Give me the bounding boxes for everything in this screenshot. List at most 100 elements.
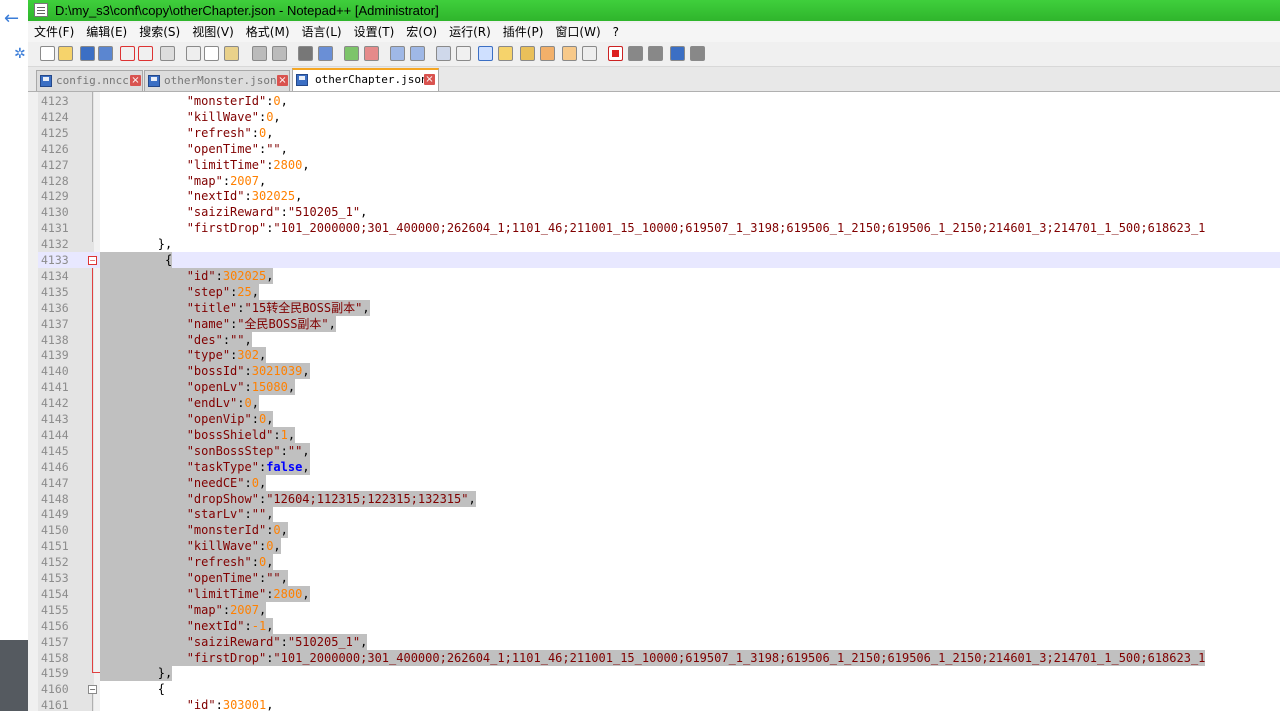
redo-icon[interactable]: [272, 46, 287, 61]
monitoring-eye-icon[interactable]: [582, 46, 597, 61]
code-line[interactable]: 4125 "refresh":0,: [38, 125, 1280, 141]
tab-othermonster-json[interactable]: otherMonster.json ×: [144, 70, 290, 91]
undo-icon[interactable]: [252, 46, 267, 61]
word-wrap-icon[interactable]: [436, 46, 451, 61]
menu-item[interactable]: 文件(F): [28, 23, 80, 42]
code-line[interactable]: 4134 "id":302025,: [38, 267, 1280, 284]
indent-guide-icon[interactable]: [478, 46, 493, 61]
code-line[interactable]: 4155 "map":2007,: [38, 601, 1280, 618]
code-line[interactable]: 4129 "nextId":302025,: [38, 188, 1280, 204]
code-line[interactable]: 4153 "openTime":"",: [38, 570, 1280, 586]
close-all-icon[interactable]: [138, 46, 153, 61]
zoom-in-icon[interactable]: [344, 46, 359, 61]
code-line[interactable]: 4123 "monsterId":0,: [38, 93, 1280, 109]
json-key: "endLv": [186, 396, 238, 411]
code-line[interactable]: 4154 "limitTime":2800,: [38, 585, 1280, 602]
code-line[interactable]: 4138 "des":"",: [38, 331, 1280, 348]
code-line[interactable]: 4147 "needCE":0,: [38, 474, 1280, 491]
close-file-icon[interactable]: [120, 46, 135, 61]
tab-config-nncc[interactable]: config.nncc ×: [36, 70, 143, 91]
code-line[interactable]: 4158 "firstDrop":"101_2000000;301_400000…: [38, 649, 1280, 666]
code-line[interactable]: 4130 "saiziReward":"510205_1",: [38, 204, 1280, 220]
code-line[interactable]: 4145 "sonBossStep":"",: [38, 442, 1280, 459]
save-all-icon[interactable]: [98, 46, 113, 61]
menu-item[interactable]: 设置(T): [348, 23, 401, 42]
code-line[interactable]: 4142 "endLv":0,: [38, 395, 1280, 412]
code-line[interactable]: 4127 "limitTime":2800,: [38, 157, 1280, 173]
fold-toggle-icon[interactable]: −: [88, 256, 97, 265]
record-macro-icon[interactable]: [608, 46, 623, 61]
sync-vertical-icon[interactable]: [390, 46, 405, 61]
code-line[interactable]: 4159 },: [38, 665, 1280, 682]
code-line[interactable]: 4126 "openTime":"",: [38, 141, 1280, 157]
menu-item[interactable]: ?: [607, 23, 625, 42]
play-macro-icon[interactable]: [648, 46, 663, 61]
code-line[interactable]: 4131 "firstDrop":"101_2000000;301_400000…: [38, 220, 1280, 236]
menu-item[interactable]: 编辑(E): [80, 23, 133, 42]
replace-icon[interactable]: [318, 46, 333, 61]
tab-label: otherChapter.json: [315, 73, 428, 86]
code-line[interactable]: 4136 "title":"15转全民BOSS副本",: [38, 299, 1280, 316]
menu-item[interactable]: 宏(O): [400, 23, 443, 42]
menu-item[interactable]: 格式(M): [240, 23, 296, 42]
menu-item[interactable]: 语言(L): [296, 23, 348, 42]
tab-close-icon[interactable]: ×: [130, 75, 141, 86]
code-line[interactable]: 4150 "monsterId":0,: [38, 522, 1280, 539]
code-line[interactable]: 4140 "bossId":3021039,: [38, 363, 1280, 380]
code-line[interactable]: 4151 "killWave":0,: [38, 538, 1280, 555]
menu-item[interactable]: 搜索(S): [133, 23, 186, 42]
code-line[interactable]: 4157 "saiziReward":"510205_1",: [38, 633, 1280, 650]
menu-item[interactable]: 运行(R): [443, 23, 497, 42]
code-line[interactable]: 4143 "openVip":0,: [38, 411, 1280, 427]
line-number: 4139: [41, 348, 69, 363]
open-file-icon[interactable]: [58, 46, 73, 61]
doc-map-icon[interactable]: [520, 46, 535, 61]
code-line[interactable]: 4137 "name":"全民BOSS副本",: [38, 315, 1280, 332]
cut-icon[interactable]: [186, 46, 201, 61]
code-line[interactable]: 4148 "dropShow":"12604;112315;122315;132…: [38, 490, 1280, 507]
zoom-out-icon[interactable]: [364, 46, 379, 61]
code-line[interactable]: 4139 "type":302,: [38, 347, 1280, 364]
find-icon[interactable]: [298, 46, 313, 61]
save-macro-icon[interactable]: [690, 46, 705, 61]
code-line[interactable]: 4132 },: [38, 236, 1280, 252]
line-code: "firstDrop":"101_2000000;301_400000;2626…: [100, 649, 1206, 666]
json-key: "bossId": [186, 364, 245, 379]
code-line[interactable]: 4133 − {: [38, 252, 1280, 268]
tab-otherchapter-json[interactable]: otherChapter.json ×: [292, 68, 439, 91]
code-line[interactable]: 4135 "step":25,: [38, 283, 1280, 300]
code-line[interactable]: 4146 "taskType":false,: [38, 458, 1280, 475]
code-line[interactable]: 4160 − {: [38, 681, 1280, 697]
paste-icon[interactable]: [224, 46, 239, 61]
show-all-chars-icon[interactable]: [456, 46, 471, 61]
folder-workspace-icon[interactable]: [562, 46, 577, 61]
copy-icon[interactable]: [204, 46, 219, 61]
menu-item[interactable]: 插件(P): [497, 23, 550, 42]
code-line[interactable]: 4141 "openLv":15080,: [38, 379, 1280, 396]
sync-horizontal-icon[interactable]: [410, 46, 425, 61]
code-line[interactable]: 4152 "refresh":0,: [38, 554, 1280, 571]
menu-item[interactable]: 视图(V): [186, 23, 240, 42]
fold-toggle-icon[interactable]: −: [88, 685, 97, 695]
code-line[interactable]: 4124 "killWave":0,: [38, 109, 1280, 125]
code-line[interactable]: 4156 "nextId":-1,: [38, 617, 1280, 634]
json-key: "killWave": [186, 539, 259, 554]
tab-close-icon[interactable]: ×: [424, 74, 435, 85]
line-number: 4154: [41, 586, 69, 601]
save-icon[interactable]: [80, 46, 95, 61]
print-icon[interactable]: [160, 46, 175, 61]
code-line[interactable]: 4144 "bossShield":1,: [38, 426, 1280, 443]
code-line[interactable]: 4128 "map":2007,: [38, 173, 1280, 189]
run-macro-multiple-icon[interactable]: [670, 46, 685, 61]
stop-macro-icon[interactable]: [628, 46, 643, 61]
define-language-icon[interactable]: [498, 46, 513, 61]
code-line[interactable]: 4161 "id":303001,: [38, 697, 1280, 711]
new-file-icon[interactable]: [40, 46, 55, 61]
back-arrow-icon[interactable]: ←: [4, 10, 19, 28]
code-line[interactable]: 4149 "starLv":"",: [38, 506, 1280, 523]
tab-close-icon[interactable]: ×: [277, 75, 288, 86]
function-list-icon[interactable]: [540, 46, 555, 61]
menu-item[interactable]: 窗口(W): [549, 23, 606, 42]
code-editor[interactable]: 4123 "monsterId":0, 4124 "killWave":0, 412…: [38, 92, 1280, 711]
